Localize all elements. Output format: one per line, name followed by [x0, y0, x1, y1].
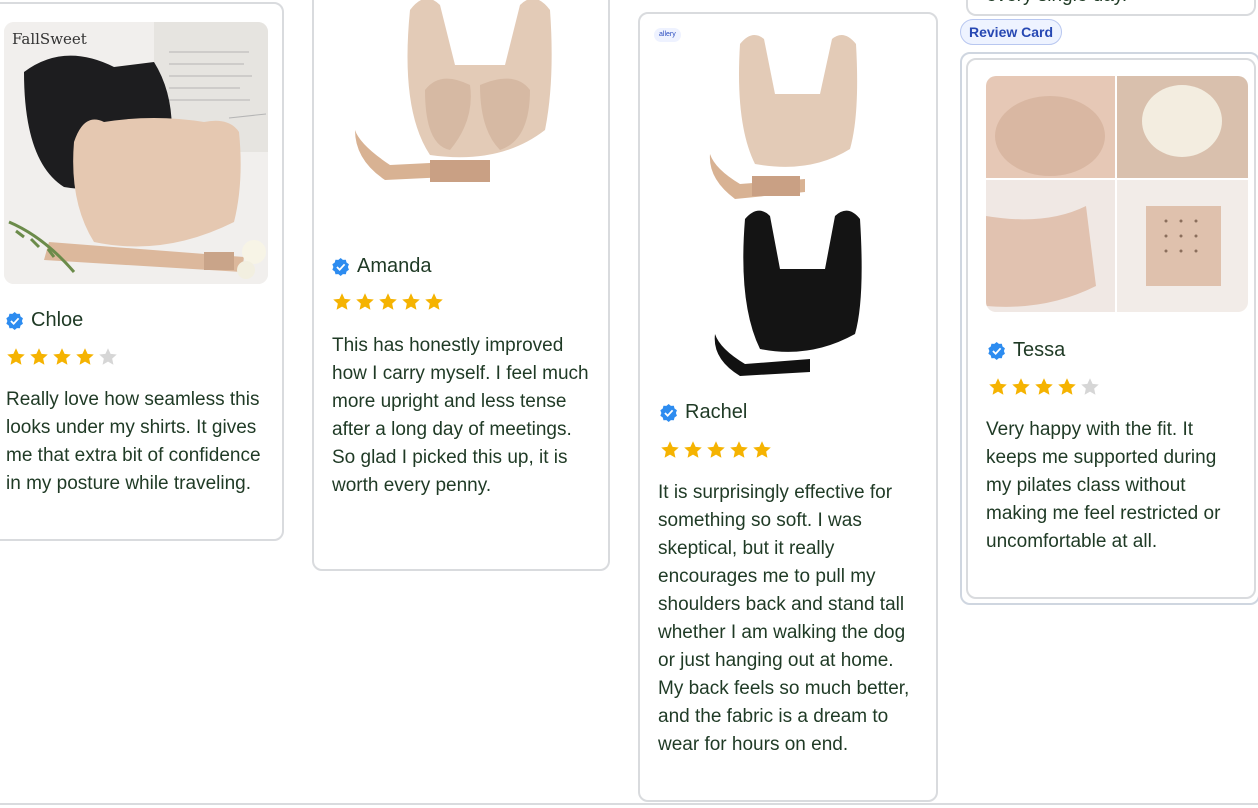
star-filled-icon — [753, 441, 771, 458]
section-divider — [0, 803, 1258, 805]
review-text: Very happy with the fit. It keeps me sup… — [986, 419, 1221, 552]
product-photo-beige-and-black-bras — [660, 24, 922, 379]
reviewer-name-row: Rachel — [660, 401, 747, 424]
product-photo-black-and-beige-bras — [4, 22, 268, 284]
review-text: It is surprisingly effective for somethi… — [658, 482, 910, 755]
product-photo-beige-bra — [330, 0, 596, 222]
reviewer-name-row: Tessa — [988, 339, 1065, 362]
star-filled-icon — [661, 441, 679, 458]
review-text: Really love how seamless this looks unde… — [6, 389, 261, 494]
review-photo[interactable] — [660, 24, 922, 379]
star-filled-icon — [1035, 378, 1053, 395]
review-card-rachel: allery Rachel It is surprisingly effecti… — [638, 12, 938, 802]
star-empty-icon — [1081, 378, 1099, 395]
star-filled-icon — [730, 441, 748, 458]
star-filled-icon — [30, 348, 48, 365]
review-text-snippet: every single day. — [986, 0, 1246, 10]
star-filled-icon — [425, 293, 443, 310]
reviewer-name: Chloe — [31, 309, 84, 331]
review-card-partial: every single day. — [966, 0, 1256, 16]
review-photo[interactable]: FallSweet — [4, 22, 268, 284]
verified-badge-icon — [660, 403, 677, 422]
product-detail-collage — [986, 76, 1248, 312]
reviewer-name-row: Amanda — [332, 255, 432, 278]
review-card-chloe: FallSweet Chloe Really love how seamless… — [0, 2, 284, 541]
review-photo[interactable] — [330, 0, 596, 222]
verified-badge-icon — [332, 257, 349, 276]
gallery-tag: allery — [654, 28, 681, 42]
star-filled-icon — [1058, 378, 1076, 395]
reviewer-name: Rachel — [685, 401, 748, 423]
star-rating — [332, 292, 444, 312]
star-rating — [660, 440, 772, 460]
star-rating — [988, 377, 1100, 397]
star-filled-icon — [707, 441, 725, 458]
star-filled-icon — [684, 441, 702, 458]
review-card-tessa-inner: Tessa Very happy with the fit. It keeps … — [966, 58, 1256, 599]
reviewer-name: Tessa — [1013, 339, 1066, 361]
reviewer-name-row: Chloe — [6, 309, 83, 332]
star-filled-icon — [989, 378, 1007, 395]
star-empty-icon — [99, 348, 117, 365]
review-photo[interactable] — [986, 76, 1248, 312]
verified-badge-icon — [988, 341, 1005, 360]
star-filled-icon — [333, 293, 351, 310]
review-card-amanda: Amanda This has honestly improved how I … — [312, 0, 610, 571]
star-rating — [6, 347, 118, 367]
review-text: This has honestly improved how I carry m… — [332, 335, 589, 496]
star-filled-icon — [7, 348, 25, 365]
reviewer-name: Amanda — [357, 255, 432, 277]
star-filled-icon — [402, 293, 420, 310]
brand-logo: FallSweet — [12, 30, 87, 48]
star-filled-icon — [379, 293, 397, 310]
review-card-tessa: Tessa Very happy with the fit. It keeps … — [960, 52, 1258, 605]
star-filled-icon — [53, 348, 71, 365]
verified-badge-icon — [6, 311, 23, 330]
star-filled-icon — [356, 293, 374, 310]
review-card-tag: Review Card — [960, 19, 1063, 45]
star-filled-icon — [76, 348, 94, 365]
star-filled-icon — [1012, 378, 1030, 395]
